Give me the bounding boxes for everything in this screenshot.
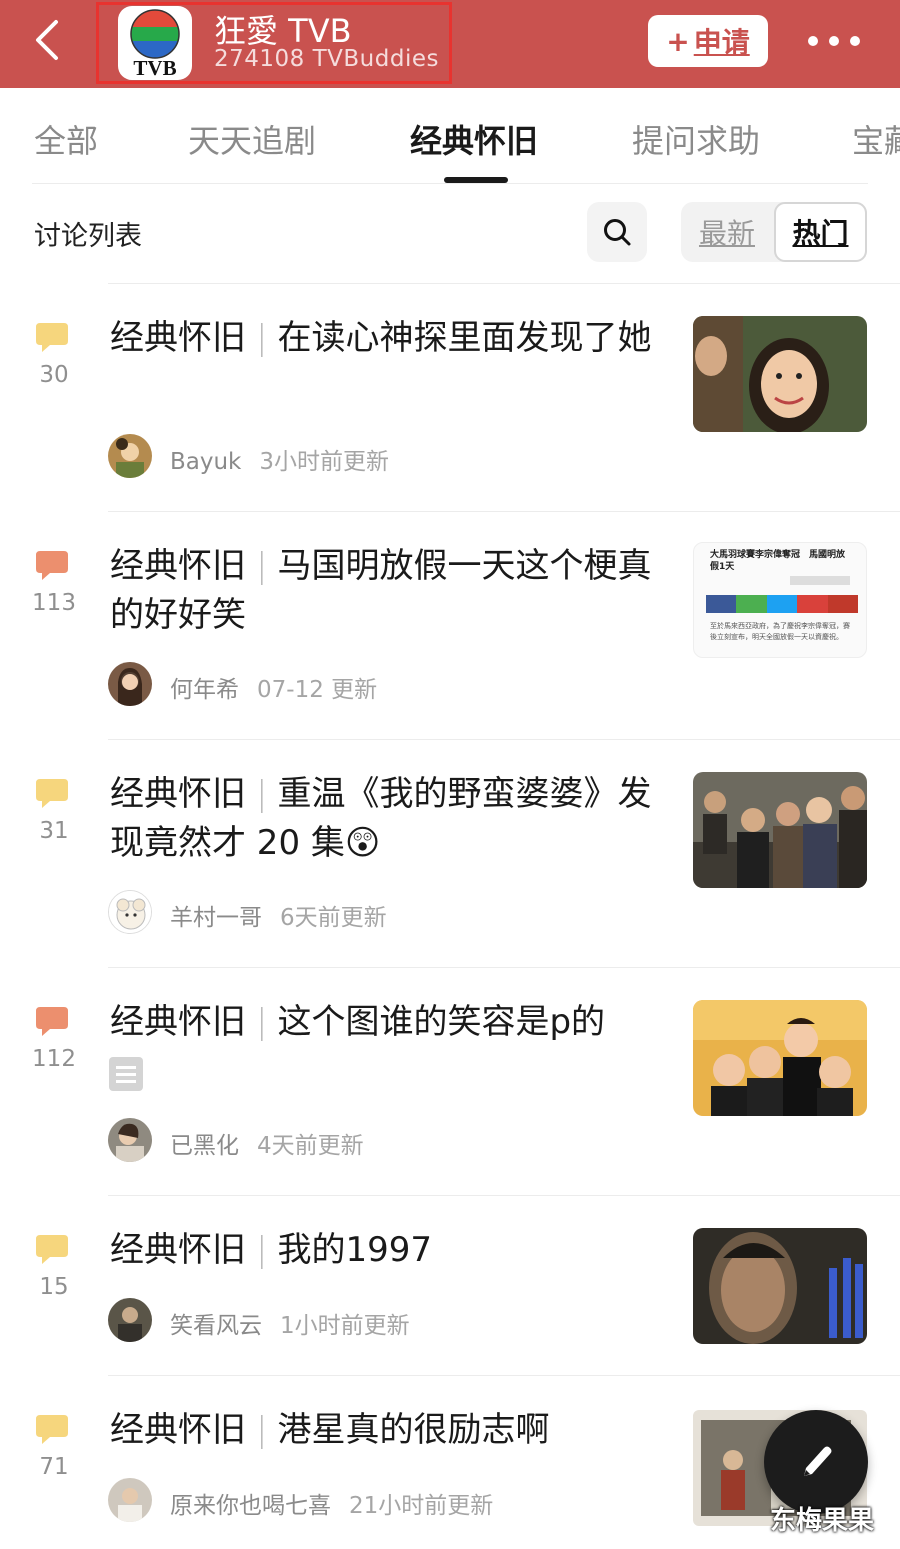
tab-all[interactable]: 全部 bbox=[34, 116, 98, 162]
comment-bubble-icon bbox=[36, 1415, 68, 1444]
post-title[interactable]: 经典怀旧 | 重温《我的野蛮婆婆》发现竟然才 20 集😲 bbox=[110, 770, 670, 868]
comment-bubble-icon bbox=[36, 1007, 68, 1036]
comment-bubble-icon bbox=[36, 779, 68, 808]
member-count: 274108 TVBuddies bbox=[214, 46, 439, 72]
author-name[interactable]: 笑看风云 bbox=[170, 1313, 262, 1339]
tab-daily-drama[interactable]: 天天追剧 bbox=[188, 116, 316, 162]
post-thumbnail[interactable] bbox=[693, 1000, 867, 1116]
sort-toggle: 最新 热门 bbox=[681, 202, 867, 262]
author-name[interactable]: 已黑化 bbox=[170, 1133, 239, 1159]
tvb-logo: TVB bbox=[118, 6, 192, 80]
comment-bubble-icon bbox=[36, 1235, 68, 1264]
compose-button[interactable] bbox=[764, 1410, 868, 1514]
post-title[interactable]: 经典怀旧 | 我的1997 bbox=[110, 1226, 670, 1275]
more-options-icon[interactable] bbox=[808, 24, 860, 58]
comment-count: 15 bbox=[39, 1274, 69, 1300]
avatar[interactable] bbox=[108, 1298, 152, 1342]
plus-icon: + bbox=[666, 24, 690, 58]
avatar[interactable] bbox=[108, 434, 152, 478]
logo-text: TVB bbox=[133, 56, 176, 80]
update-time: 4天前更新 bbox=[257, 1133, 364, 1159]
comment-bubble-icon bbox=[36, 551, 68, 580]
post-thumbnail[interactable] bbox=[693, 772, 867, 888]
surprised-emoji-icon: 😲 bbox=[344, 823, 381, 863]
author-name[interactable]: 羊村一哥 bbox=[170, 905, 262, 931]
update-time: 21小时前更新 bbox=[349, 1493, 494, 1519]
post-item[interactable]: 31 经典怀旧 | 重温《我的野蛮婆婆》发现竟然才 20 集😲 羊村一哥 6天前更新 bbox=[0, 740, 900, 968]
thumbnail-text: 至於馬來西亞政府，為了慶祝李宗偉奪冠，賽後立刻宣布，明天全國放假一天以資慶祝。 bbox=[710, 622, 850, 641]
update-time: 3小时前更新 bbox=[259, 449, 390, 475]
update-time: 1小时前更新 bbox=[280, 1313, 410, 1339]
tab-treasure[interactable]: 宝藏 bbox=[852, 116, 900, 162]
tab-questions-help[interactable]: 提问求助 bbox=[632, 116, 760, 162]
avatar[interactable] bbox=[108, 1118, 152, 1162]
post-title[interactable]: 经典怀旧 | 马国明放假一天这个梗真的好好笑 bbox=[110, 542, 670, 640]
post-item[interactable]: 112 经典怀旧 | 这个图谁的笑容是p的 已黑化 4天前更新 bbox=[0, 968, 900, 1196]
comment-count: 31 bbox=[39, 818, 69, 844]
search-icon[interactable] bbox=[587, 202, 647, 262]
thumbnail-headline: 大馬羽球賽李宗偉奪冠 馬國明放假1天 bbox=[710, 550, 846, 572]
sort-latest-button[interactable]: 最新 bbox=[681, 202, 773, 262]
post-item[interactable]: 30 经典怀旧 | 在读心神探里面发现了她 Bayuk 3小时前更新 bbox=[0, 284, 900, 512]
author-name[interactable]: 何年希 bbox=[170, 677, 239, 703]
post-thumbnail[interactable] bbox=[693, 316, 867, 432]
avatar[interactable] bbox=[108, 890, 152, 934]
comment-count: 113 bbox=[32, 590, 76, 616]
category-tabs: 全部 天天追剧 经典怀旧 提问求助 宝藏 bbox=[0, 88, 900, 184]
post-title[interactable]: 经典怀旧 | 港星真的很励志啊 bbox=[110, 1406, 670, 1455]
document-icon bbox=[109, 1057, 143, 1091]
comment-bubble-icon bbox=[36, 323, 68, 352]
post-item[interactable]: 113 经典怀旧 | 马国明放假一天这个梗真的好好笑 何年希 07-12 更新 大馬羽… bbox=[0, 512, 900, 740]
post-item[interactable]: 15 经典怀旧 | 我的1997 笑看风云 1小时前更新 bbox=[0, 1196, 900, 1376]
watermark-text: 东梅果果 bbox=[770, 1506, 875, 1536]
comment-count: 112 bbox=[32, 1046, 76, 1072]
comment-count: 71 bbox=[39, 1454, 69, 1480]
list-title: 讨论列表 bbox=[34, 221, 142, 252]
back-chevron-icon[interactable] bbox=[26, 18, 70, 62]
post-title[interactable]: 经典怀旧 | 在读心神探里面发现了她 bbox=[110, 314, 670, 363]
post-thumbnail[interactable]: 大馬羽球賽李宗偉奪冠 馬國明放假1天 至於馬來西亞政府，為了慶祝李宗偉奪冠，賽後… bbox=[693, 542, 867, 658]
author-name[interactable]: Bayuk bbox=[170, 449, 241, 475]
avatar[interactable] bbox=[108, 662, 152, 706]
comment-count: 30 bbox=[39, 362, 69, 388]
post-thumbnail[interactable] bbox=[693, 1228, 867, 1344]
update-time: 6天前更新 bbox=[280, 905, 387, 931]
apply-button[interactable]: + 申请 bbox=[648, 15, 768, 67]
update-time: 07-12 更新 bbox=[257, 677, 378, 703]
pen-icon bbox=[804, 1446, 832, 1476]
tab-classic-nostalgia[interactable]: 经典怀旧 bbox=[410, 116, 538, 162]
author-name[interactable]: 原来你也喝七喜 bbox=[170, 1493, 331, 1519]
top-bar: TVB 狂愛 TVB 274108 TVBuddies + 申请 bbox=[0, 0, 900, 88]
apply-label: 申请 bbox=[693, 26, 750, 59]
divider bbox=[32, 183, 868, 184]
sort-hot-button[interactable]: 热门 bbox=[774, 202, 867, 262]
post-title[interactable]: 经典怀旧 | 这个图谁的笑容是p的 bbox=[110, 998, 670, 1047]
avatar[interactable] bbox=[108, 1478, 152, 1522]
